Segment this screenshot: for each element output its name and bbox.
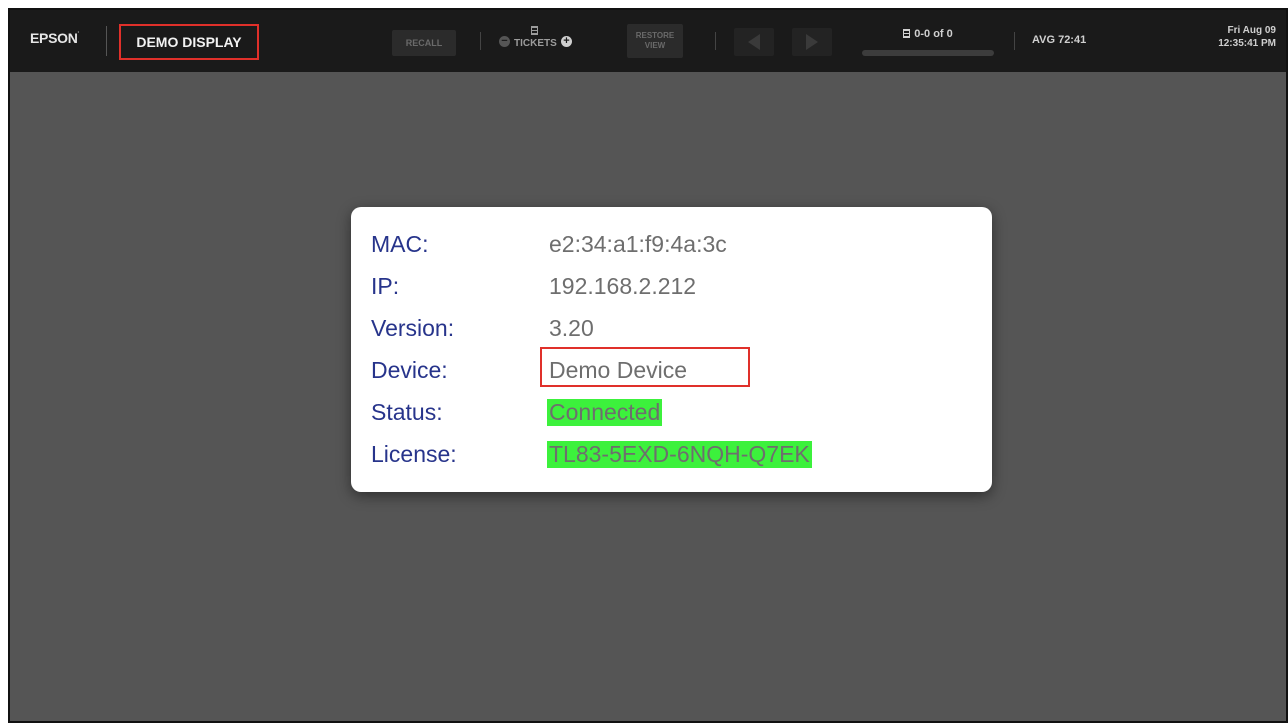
status-value: Connected bbox=[547, 399, 663, 426]
brand-mark: · bbox=[77, 30, 80, 36]
license-value: TL83-5EXD-6NQH-Q7EK bbox=[547, 441, 812, 468]
recall-button[interactable]: RECALL bbox=[392, 30, 456, 56]
toolbar-divider bbox=[1014, 32, 1015, 50]
info-row-license: License: TL83-5EXD-6NQH-Q7EK bbox=[371, 437, 971, 477]
page-scroll-track[interactable] bbox=[862, 50, 994, 56]
increase-tickets-button[interactable]: + bbox=[561, 36, 572, 47]
average-time: AVG 72:41 bbox=[1032, 34, 1087, 46]
clock-date: Fri Aug 09 bbox=[1227, 25, 1276, 36]
next-page-button[interactable] bbox=[792, 28, 832, 56]
device-info-dialog[interactable]: MAC: e2:34:a1:f9:4a:3c IP: 192.168.2.212… bbox=[351, 207, 992, 492]
clock-time: 12:35:41 PM bbox=[1218, 38, 1276, 49]
info-row-ip: IP: 192.168.2.212 bbox=[371, 269, 971, 309]
info-row-status: Status: Connected bbox=[371, 395, 971, 435]
brand-text: EPSON bbox=[30, 30, 78, 46]
epson-logo: EPSON· bbox=[30, 30, 79, 46]
right-triangle-icon bbox=[806, 34, 818, 50]
info-row-mac: MAC: e2:34:a1:f9:4a:3c bbox=[371, 227, 971, 267]
top-toolbar: EPSON· DEMO DISPLAY RECALL − TICKETS + R… bbox=[10, 10, 1286, 72]
page-count: 0-0 of 0 bbox=[914, 28, 953, 40]
toolbar-divider bbox=[106, 26, 107, 56]
ip-value: 192.168.2.212 bbox=[549, 273, 697, 299]
decrease-tickets-button[interactable]: − bbox=[499, 36, 510, 47]
ip-label: IP: bbox=[371, 273, 400, 299]
toolbar-divider bbox=[480, 32, 481, 50]
restore-view-button[interactable]: RESTORE VIEW bbox=[627, 24, 683, 58]
minus-icon: − bbox=[501, 35, 508, 47]
license-label: License: bbox=[371, 441, 457, 467]
device-label: Device: bbox=[371, 357, 448, 383]
document-icon bbox=[903, 29, 911, 38]
toolbar-divider bbox=[715, 32, 716, 50]
page-indicator-text: 0-0 of 0 bbox=[862, 28, 994, 40]
status-label: Status: bbox=[371, 399, 443, 425]
tickets-label: TICKETS bbox=[514, 38, 557, 49]
mac-value: e2:34:a1:f9:4a:3c bbox=[549, 231, 727, 257]
previous-page-button[interactable] bbox=[734, 28, 774, 56]
mac-label: MAC: bbox=[371, 231, 429, 257]
info-row-version: Version: 3.20 bbox=[371, 311, 971, 351]
device-value: Demo Device bbox=[549, 357, 688, 383]
version-value: 3.20 bbox=[549, 315, 594, 341]
tickets-button[interactable]: TICKETS bbox=[514, 26, 557, 49]
plus-icon: + bbox=[563, 35, 570, 47]
display-name-button[interactable]: DEMO DISPLAY bbox=[119, 24, 259, 60]
version-label: Version: bbox=[371, 315, 455, 341]
clock: Fri Aug 09 12:35:41 PM bbox=[1218, 24, 1276, 50]
page-indicator: 0-0 of 0 bbox=[862, 24, 994, 64]
left-triangle-icon bbox=[748, 34, 760, 50]
ticket-icon bbox=[530, 26, 538, 35]
kds-screen: EPSON· DEMO DISPLAY RECALL − TICKETS + R… bbox=[8, 8, 1288, 723]
info-row-device: Device: Demo Device bbox=[371, 347, 971, 393]
